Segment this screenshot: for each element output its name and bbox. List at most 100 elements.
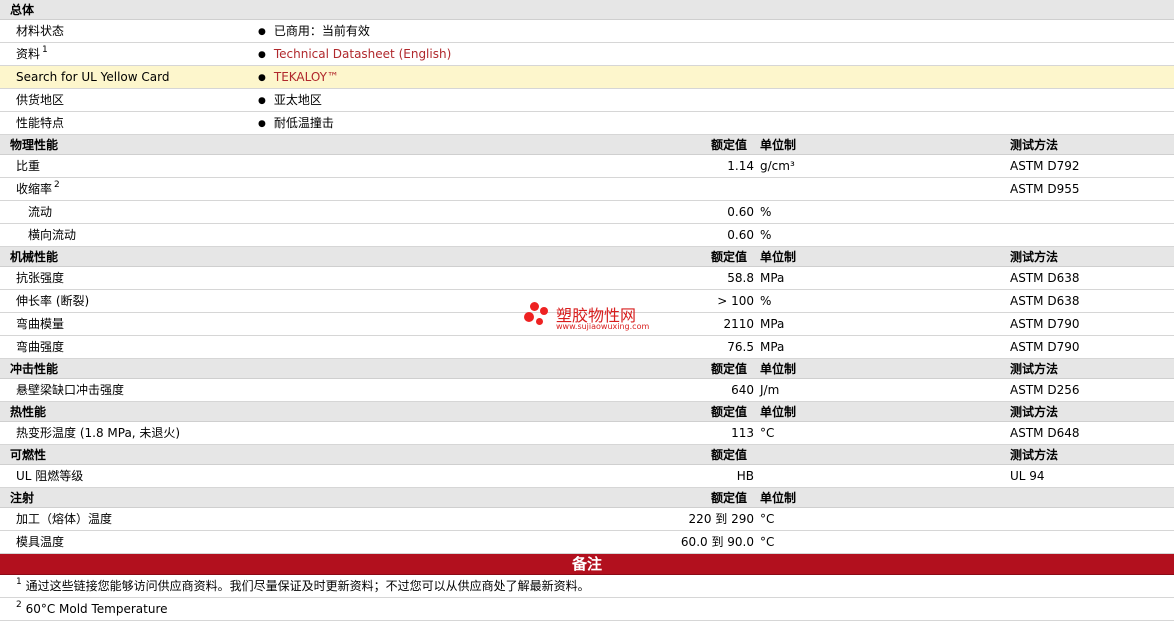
row-value: 113 (731, 426, 754, 440)
unit-header: 单位制 (760, 491, 797, 505)
row-supply-region: 供货地区 亚太地区 (0, 89, 1174, 112)
method-header: 测试方法 (1010, 448, 1059, 462)
method-header: 测试方法 (1010, 138, 1059, 152)
row-value: 亚太地区 (258, 89, 322, 113)
row-value: 0.60 (727, 228, 754, 242)
row-value: TEKALOY™ (258, 66, 339, 90)
row-method: ASTM D955 (1010, 182, 1080, 196)
watermark-logo: 塑胶物性网 www.sujiaowuxing.com (524, 300, 664, 336)
rated-header: 额定值 (711, 448, 748, 462)
row-value: 60.0 到 90.0 (680, 535, 754, 549)
row-ul-flame: UL 阻燃等级 HB UL 94 (0, 465, 1174, 488)
row-label: 弯曲模量 (16, 317, 65, 331)
row-izod-impact: 悬壁梁缺口冲击强度 640 J/m ASTM D256 (0, 379, 1174, 402)
row-label: 伸长率 (断裂) (16, 294, 90, 308)
row-method: ASTM D648 (1010, 426, 1080, 440)
row-hdt: 热变形温度 (1.8 MPa, 未退火) 113 °C ASTM D648 (0, 422, 1174, 445)
row-value: 76.5 (727, 340, 754, 354)
section-title: 总体 (10, 3, 35, 17)
row-melt-temp: 加工（熔体）温度 220 到 290 °C (0, 508, 1174, 531)
section-title: 冲击性能 (10, 362, 59, 376)
row-label: 收缩率 2 (16, 180, 60, 196)
watermark-url: www.sujiaowuxing.com (556, 322, 650, 331)
row-shrink-flow: 流动 0.60 % (0, 201, 1174, 224)
row-value: 1.14 (727, 159, 754, 173)
row-material-status: 材料状态 已商用：当前有效 (0, 20, 1174, 43)
row-shrink-cross-flow: 横向流动 0.60 % (0, 224, 1174, 247)
row-specific-gravity: 比重 1.14 g/cm³ ASTM D792 (0, 155, 1174, 178)
row-label: Search for UL Yellow Card (16, 70, 170, 84)
row-unit: °C (760, 426, 775, 440)
row-unit: °C (760, 512, 775, 526)
row-label: 流动 (28, 205, 53, 219)
rated-header: 额定值 (711, 491, 748, 505)
row-label: UL 阻燃等级 (16, 469, 84, 483)
row-unit: MPa (760, 340, 785, 354)
unit-header: 单位制 (760, 250, 797, 264)
row-label: 加工（熔体）温度 (16, 512, 113, 526)
tekaloy-link[interactable]: TEKALOY™ (274, 70, 339, 84)
row-method: ASTM D638 (1010, 271, 1080, 285)
section-injection: 注射 额定值 单位制 (0, 488, 1174, 508)
row-label: 材料状态 (16, 24, 65, 38)
row-method: UL 94 (1010, 469, 1045, 483)
rated-header: 额定值 (711, 250, 748, 264)
section-title: 机械性能 (10, 250, 59, 264)
section-mechanical: 机械性能 额定值 单位制 测试方法 (0, 247, 1174, 267)
row-unit: % (760, 294, 772, 308)
row-label: 横向流动 (28, 228, 77, 242)
row-method: ASTM D256 (1010, 383, 1080, 397)
row-value: HB (736, 469, 754, 483)
row-value: > 100 (717, 294, 754, 308)
row-features: 性能特点 耐低温撞击 (0, 112, 1174, 135)
logo-dot-icon (540, 307, 548, 315)
logo-dot-icon (524, 312, 534, 322)
section-title: 注射 (10, 491, 35, 505)
row-label: 热变形温度 (1.8 MPa, 未退火) (16, 426, 181, 440)
row-unit: g/cm³ (760, 159, 795, 173)
section-title: 可燃性 (10, 448, 47, 462)
note-1: 1 通过这些链接您能够访问供应商资料。我们尽量保证及时更新资料；不过您可以从供应… (0, 575, 1174, 598)
row-method: ASTM D638 (1010, 294, 1080, 308)
note-text: 2 60°C Mold Temperature (16, 600, 168, 616)
row-label: 悬壁梁缺口冲击强度 (16, 383, 125, 397)
section-title: 热性能 (10, 405, 47, 419)
section-impact: 冲击性能 额定值 单位制 测试方法 (0, 359, 1174, 379)
row-label: 性能特点 (16, 116, 65, 130)
note-text: 1 通过这些链接您能够访问供应商资料。我们尽量保证及时更新资料；不过您可以从供应… (16, 577, 590, 593)
row-label: 抗张强度 (16, 271, 65, 285)
row-documents: 资料1 Technical Datasheet (English) (0, 43, 1174, 66)
row-label: 弯曲强度 (16, 340, 65, 354)
unit-header: 单位制 (760, 138, 797, 152)
row-value: 耐低温撞击 (258, 112, 334, 136)
row-value: 已商用：当前有效 (258, 20, 370, 44)
technical-datasheet-link[interactable]: Technical Datasheet (English) (274, 47, 451, 61)
section-physical: 物理性能 额定值 单位制 测试方法 (0, 135, 1174, 155)
row-label: 资料 1 (16, 45, 48, 61)
row-label: 模具温度 (16, 535, 65, 549)
row-unit: MPa (760, 271, 785, 285)
row-value: 220 到 290 (688, 512, 754, 526)
row-method: ASTM D790 (1010, 317, 1080, 331)
row-unit: % (760, 228, 772, 242)
datasheet-table: 总体 材料状态 已商用：当前有效 资料1 Technical Datasheet… (0, 0, 1174, 621)
row-value: 0.60 (727, 205, 754, 219)
row-method: ASTM D790 (1010, 340, 1080, 354)
rated-header: 额定值 (711, 138, 748, 152)
unit-header: 单位制 (760, 362, 797, 376)
logo-dot-icon (536, 318, 543, 325)
row-value: 2110 (723, 317, 754, 331)
section-title: 物理性能 (10, 138, 59, 152)
row-mold-temp: 模具温度 60.0 到 90.0 °C (0, 531, 1174, 554)
logo-dot-icon (530, 302, 539, 311)
method-header: 测试方法 (1010, 250, 1059, 264)
row-tensile-strength: 抗张强度 58.8 MPa ASTM D638 (0, 267, 1174, 290)
row-label: 比重 (16, 159, 41, 173)
row-unit: MPa (760, 317, 785, 331)
row-ul-yellow-card: Search for UL Yellow Card TEKALOY™ (0, 66, 1174, 89)
unit-header: 单位制 (760, 405, 797, 419)
method-header: 测试方法 (1010, 362, 1059, 376)
row-unit: J/m (760, 383, 780, 397)
note-2: 2 60°C Mold Temperature (0, 598, 1174, 621)
row-shrinkage: 收缩率 2 ASTM D955 (0, 178, 1174, 201)
